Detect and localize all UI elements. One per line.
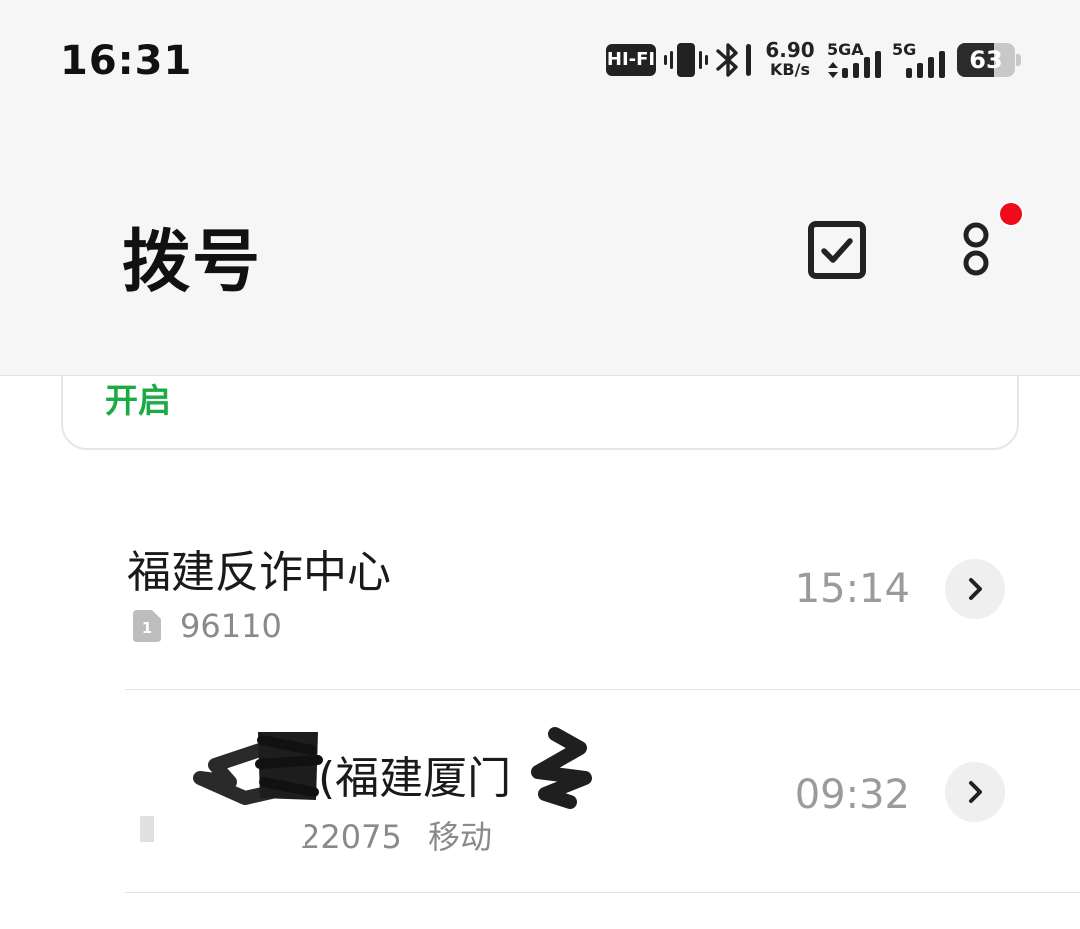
contact-name: (福建厦门	[318, 753, 512, 804]
sim-slot-number: 1	[142, 619, 152, 637]
notification-dot	[998, 201, 1024, 227]
data-activity-icon	[828, 62, 838, 78]
sim-card-icon: 1	[133, 610, 161, 642]
header: 16:31 HI-FI 6.90 KB/s 5GA 5G 63 拨号	[0, 0, 1080, 376]
more-icon	[963, 222, 989, 276]
call-log-item[interactable]: (福建厦门 22075 移动 09:32	[0, 690, 1080, 894]
network-speed-value: 6.90	[765, 38, 815, 62]
enable-button[interactable]: 开启	[105, 374, 171, 422]
call-time: 09:32	[794, 772, 910, 818]
bluetooth-icon	[716, 43, 751, 77]
battery-indicator: 63	[957, 43, 1021, 77]
call-details-button[interactable]	[945, 762, 1005, 822]
page-title: 拨号	[122, 223, 263, 302]
network-speed: 6.90 KB/s	[763, 40, 817, 78]
select-button[interactable]	[806, 219, 868, 281]
call-log-item[interactable]: 福建反诈中心 1 96110 15:14	[0, 486, 1080, 690]
contact-name: 福建反诈中心	[127, 547, 391, 598]
signal-icon	[842, 51, 881, 78]
more-options-button[interactable]	[948, 212, 1004, 286]
battery-level: 63	[969, 46, 1003, 74]
checkbox-icon	[808, 221, 866, 279]
carrier-label: 移动	[427, 818, 492, 856]
list-divider	[125, 892, 1080, 893]
phone-number: 22075 移动	[300, 812, 492, 858]
phone-number-value: 22075	[300, 818, 402, 856]
signal-icon	[906, 51, 945, 78]
chevron-right-icon	[969, 578, 982, 600]
chevron-right-icon	[969, 781, 982, 803]
vibrate-icon	[664, 43, 708, 77]
status-bar: 16:31 HI-FI 6.90 KB/s 5GA 5G 63	[0, 0, 1080, 120]
status-time: 16:31	[60, 38, 193, 84]
hifi-badge: HI-FI	[606, 44, 656, 76]
call-details-button[interactable]	[945, 559, 1005, 619]
phone-number: 96110	[180, 607, 282, 645]
network-speed-unit: KB/s	[770, 60, 810, 79]
dialer-screen: 16:31 HI-FI 6.90 KB/s 5GA 5G 63 拨号 开启 福建…	[0, 0, 1080, 929]
call-time: 15:14	[794, 566, 910, 612]
